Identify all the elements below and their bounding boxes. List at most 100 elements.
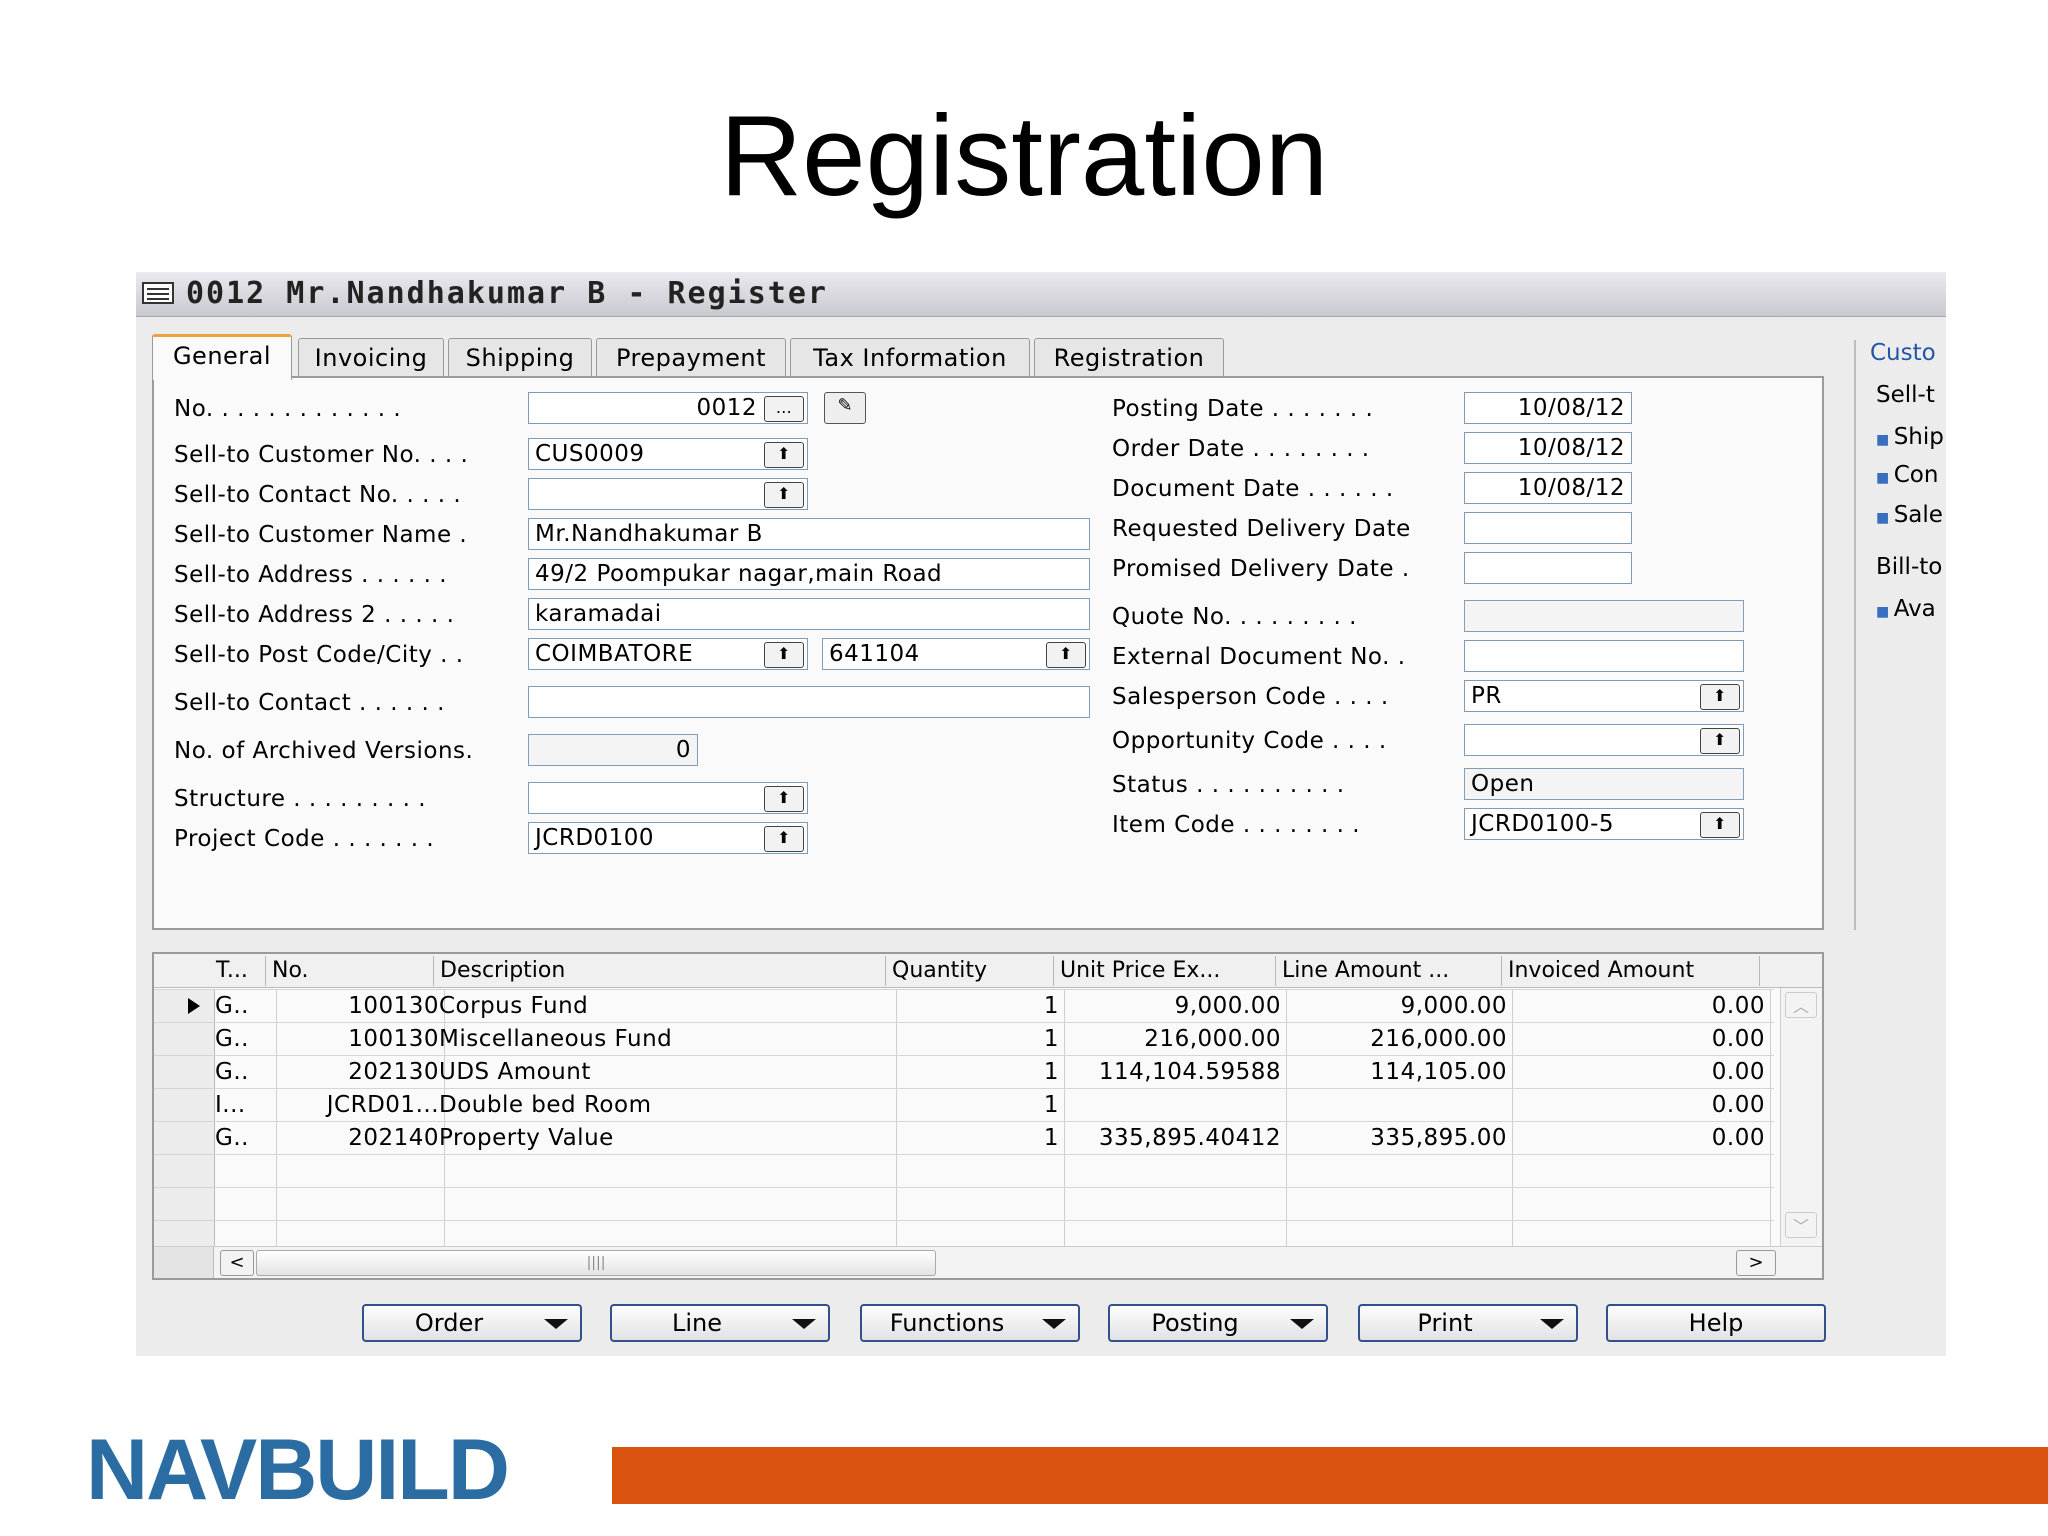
document-date-field[interactable]: 10/08/12 [1464,472,1632,504]
tab-tax-information[interactable]: Tax Information [790,338,1030,378]
no-field[interactable]: 0012… [528,392,808,424]
scroll-left-icon[interactable]: < [220,1250,254,1276]
col-type[interactable]: T... [210,956,266,986]
lookup-icon[interactable]: ⬆ [764,482,804,508]
cell-no[interactable]: 202130 [266,1056,445,1088]
col-quantity[interactable]: Quantity [886,956,1054,986]
cell-no[interactable]: JCRD01... [266,1089,445,1121]
promised-delivery-field[interactable] [1464,552,1632,584]
cell-qty[interactable]: 1 [886,1056,1065,1088]
vertical-scrollbar[interactable]: ︿ ﹀ [1780,988,1822,1246]
cell-qty[interactable]: 1 [886,1122,1065,1154]
cell-line[interactable] [1276,1155,1513,1187]
cell-inv[interactable]: 0.00 [1502,990,1771,1022]
col-description[interactable]: Description [434,956,886,986]
tab-prepayment[interactable]: Prepayment [596,338,786,378]
order-date-field[interactable]: 10/08/12 [1464,432,1632,464]
row-selector[interactable] [154,1122,215,1154]
cell-desc[interactable] [434,1188,897,1220]
table-row[interactable] [154,1187,1774,1220]
lookup-icon[interactable]: ⬆ [764,442,804,468]
cell-inv[interactable]: 0.00 [1502,1089,1771,1121]
tab-general[interactable]: General [152,334,292,380]
functions-menu-button[interactable]: Functions [860,1304,1080,1342]
item-code-field[interactable]: JCRD0100-5 ⬆ [1464,808,1744,840]
row-selector[interactable] [154,990,215,1022]
pencil-icon[interactable]: ✎ [824,392,866,424]
table-row[interactable]: G.. 100130 Corpus Fund 1 9,000.00 9,000.00 0.0… [154,989,1774,1022]
col-line-amount[interactable]: Line Amount ... [1276,956,1502,986]
table-row[interactable]: G.. 100130 Miscellaneous Fund 1 216,000.00 21… [154,1022,1774,1055]
post-code-field[interactable]: 641104 ⬆ [822,638,1090,670]
factbox-item[interactable]: ■ Sale [1876,502,1943,528]
customer-no-field[interactable]: CUS0009 ⬆ [528,438,808,470]
scroll-right-icon[interactable]: > [1736,1250,1776,1276]
horizontal-scrollbar[interactable]: < |||| > [154,1246,1822,1278]
customer-name-field[interactable]: Mr.Nandhakumar B [528,518,1090,550]
lookup-icon[interactable]: ⬆ [1700,812,1740,838]
col-no[interactable]: No. [266,956,434,986]
contact-no-field[interactable]: ⬆ [528,478,808,510]
cell-no[interactable]: 100130 [266,1023,445,1055]
factbox-item[interactable]: ■ Ava [1876,596,1936,622]
structure-field[interactable]: ⬆ [528,782,808,814]
cell-line[interactable]: 216,000.00 [1276,1023,1513,1055]
cell-desc[interactable]: UDS Amount [434,1056,897,1088]
cell-qty[interactable]: 1 [886,990,1065,1022]
lookup-icon[interactable]: ⬆ [764,826,804,852]
project-code-field[interactable]: JCRD0100 ⬆ [528,822,808,854]
lookup-icon[interactable]: ⬆ [764,642,804,668]
cell-price[interactable]: 114,104.59588 [1054,1056,1287,1088]
print-menu-button[interactable]: Print [1358,1304,1578,1342]
cell-qty[interactable] [886,1155,1065,1187]
cell-inv[interactable]: 0.00 [1502,1122,1771,1154]
cell-price[interactable] [1054,1188,1287,1220]
cell-inv[interactable]: 0.00 [1502,1056,1771,1088]
row-selector[interactable] [154,1089,215,1121]
cell-line[interactable] [1276,1188,1513,1220]
lookup-icon[interactable]: ⬆ [1700,728,1740,754]
posting-date-field[interactable]: 10/08/12 [1464,392,1632,424]
factbox-item[interactable]: ■ Con [1876,462,1938,488]
scroll-thumb[interactable]: |||| [256,1250,936,1276]
assist-edit-icon[interactable]: … [764,396,804,422]
cell-price[interactable]: 335,895.40412 [1054,1122,1287,1154]
cell-price[interactable] [1054,1089,1287,1121]
cell-qty[interactable]: 1 [886,1089,1065,1121]
cell-price[interactable]: 216,000.00 [1054,1023,1287,1055]
cell-inv[interactable] [1502,1188,1771,1220]
lookup-icon[interactable]: ⬆ [1046,642,1086,668]
col-unit-price[interactable]: Unit Price Ex... [1054,956,1276,986]
lookup-icon[interactable]: ⬆ [764,786,804,812]
line-menu-button[interactable]: Line [610,1304,830,1342]
factbox-title[interactable]: Custo [1870,340,1936,366]
cell-price[interactable] [1054,1155,1287,1187]
cell-desc[interactable] [434,1155,897,1187]
city-field[interactable]: COIMBATORE ⬆ [528,638,808,670]
cell-no[interactable] [266,1188,445,1220]
cell-qty[interactable] [886,1188,1065,1220]
external-doc-field[interactable] [1464,640,1744,672]
row-selector[interactable] [154,1023,215,1055]
cell-line[interactable]: 114,105.00 [1276,1056,1513,1088]
cell-price[interactable]: 9,000.00 [1054,990,1287,1022]
row-selector[interactable] [154,1188,215,1220]
cell-line[interactable]: 335,895.00 [1276,1122,1513,1154]
table-row[interactable]: I... JCRD01... Double bed Room 1 0.00 [154,1088,1774,1121]
order-menu-button[interactable]: Order [362,1304,582,1342]
address-field[interactable]: 49/2 Poompukar nagar,main Road [528,558,1090,590]
table-row[interactable] [154,1154,1774,1187]
cell-desc[interactable]: Property Value [434,1122,897,1154]
cell-inv[interactable] [1502,1155,1771,1187]
cell-line[interactable]: 9,000.00 [1276,990,1513,1022]
salesperson-field[interactable]: PR ⬆ [1464,680,1744,712]
posting-menu-button[interactable]: Posting [1108,1304,1328,1342]
tab-registration[interactable]: Registration [1034,338,1224,378]
factbox-item[interactable]: ■ Ship [1876,424,1944,450]
cell-no[interactable] [266,1155,445,1187]
lookup-icon[interactable]: ⬆ [1700,684,1740,710]
cell-no[interactable]: 100130 [266,990,445,1022]
requested-delivery-field[interactable] [1464,512,1632,544]
cell-desc[interactable]: Miscellaneous Fund [434,1023,897,1055]
cell-desc[interactable]: Double bed Room [434,1089,897,1121]
